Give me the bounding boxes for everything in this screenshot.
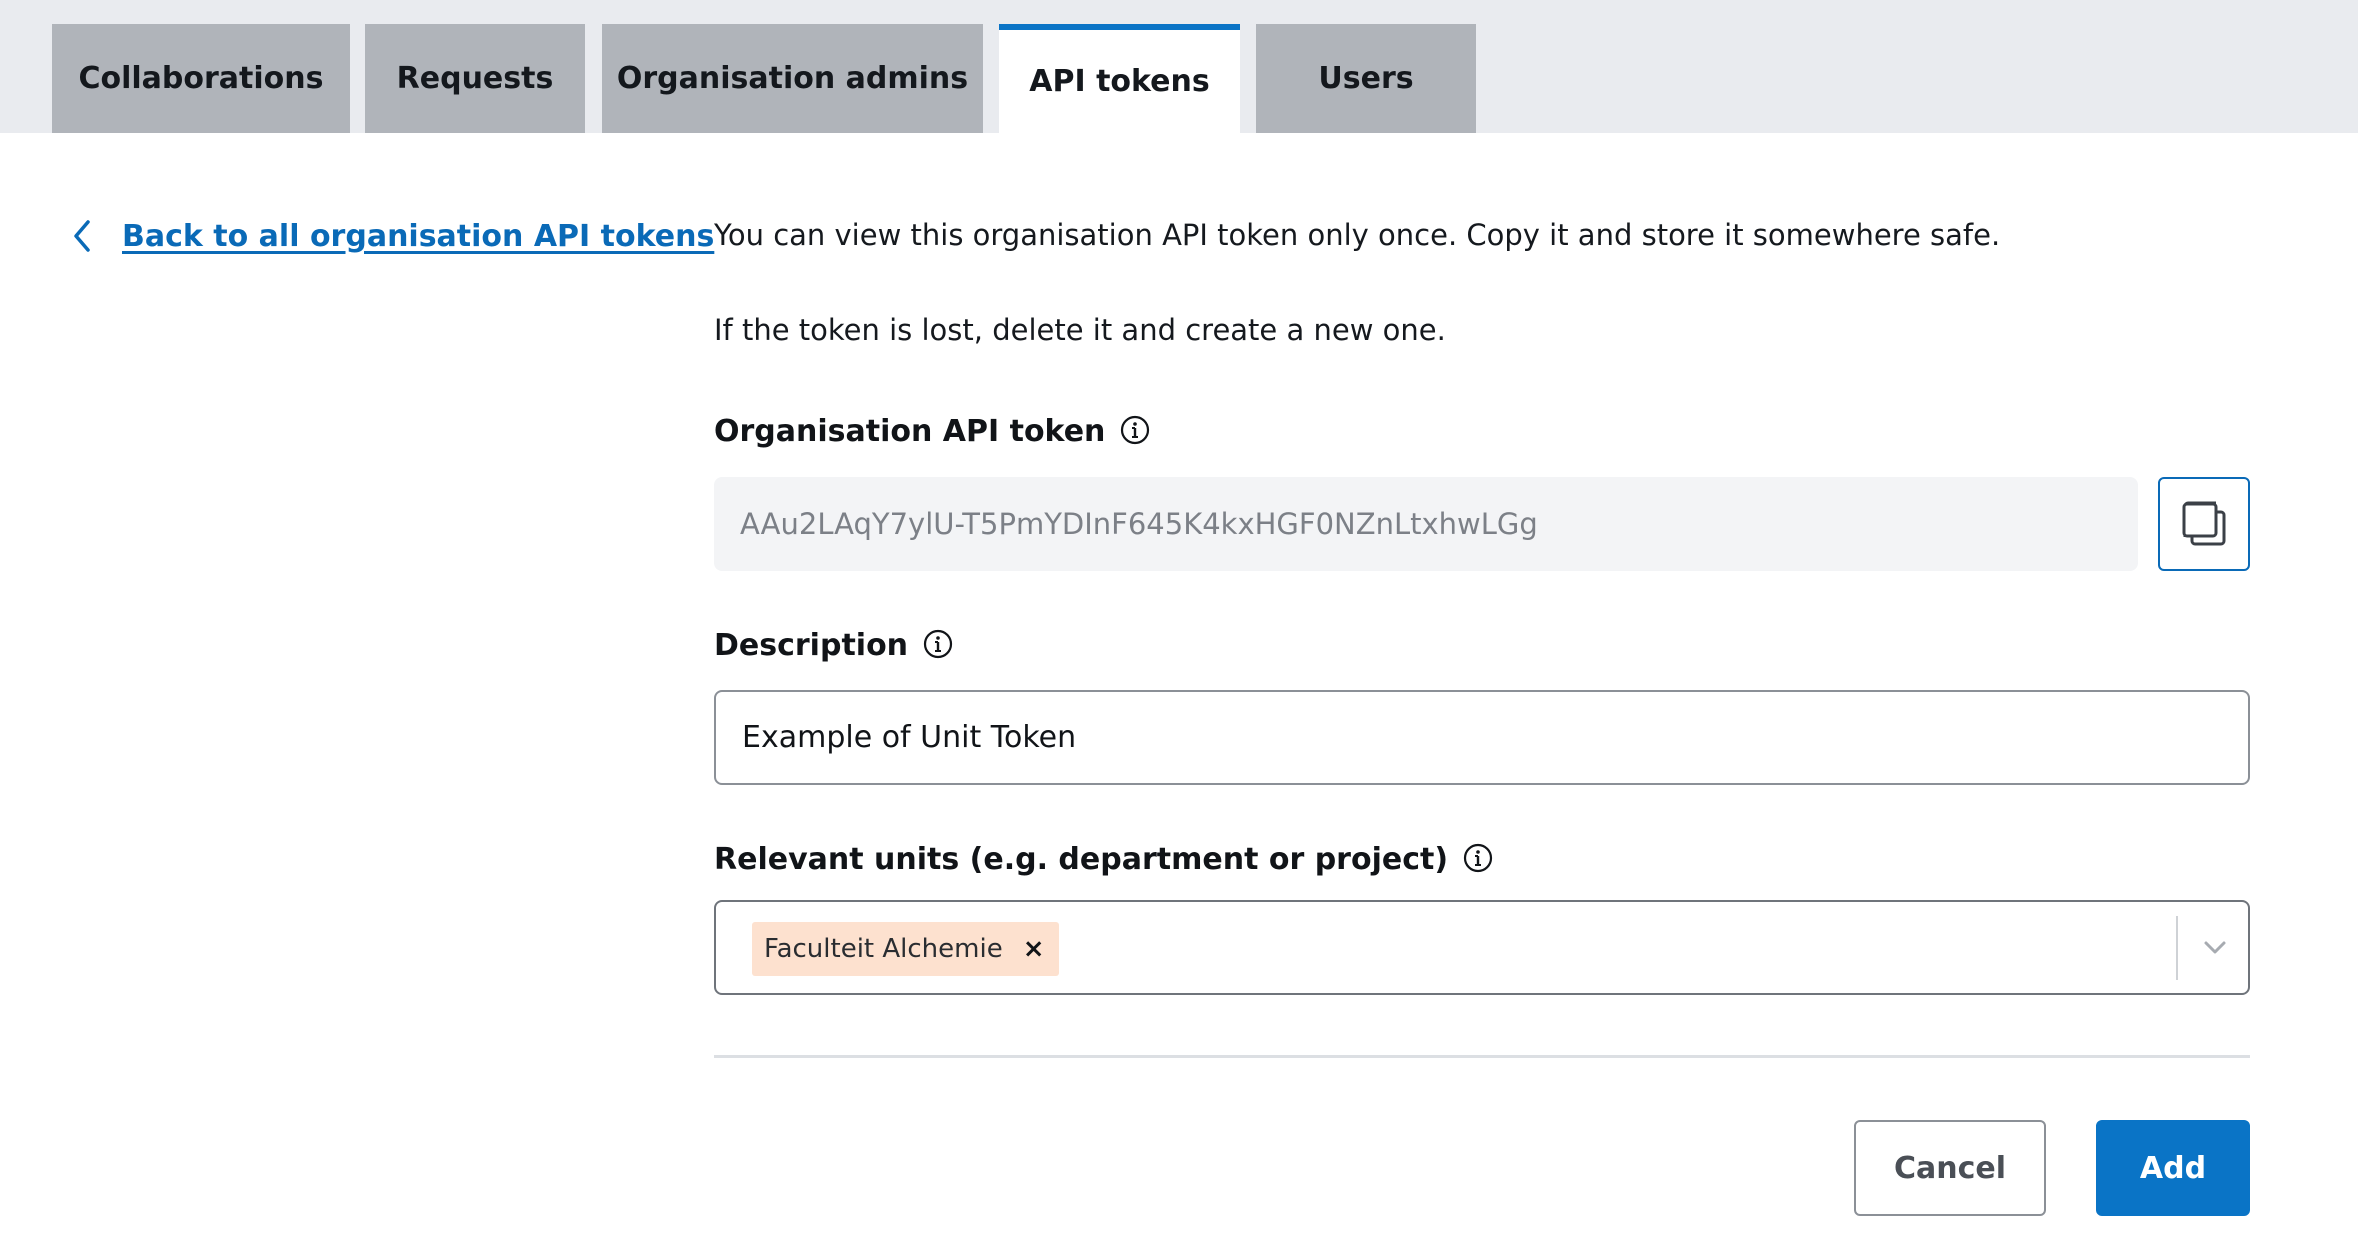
tab-bar: Collaborations Requests Organisation adm… bbox=[0, 0, 2358, 133]
info-icon[interactable] bbox=[922, 628, 954, 660]
remove-unit-icon[interactable]: × bbox=[1023, 936, 1045, 962]
info-icon[interactable] bbox=[1462, 842, 1494, 874]
back-link-label: Back to all organisation API tokens bbox=[122, 218, 715, 254]
back-to-tokens-link[interactable]: Back to all organisation API tokens bbox=[70, 218, 714, 254]
chevron-left-icon bbox=[74, 220, 90, 252]
description-label-row: Description bbox=[714, 628, 954, 663]
copy-icon bbox=[2182, 501, 2226, 546]
cancel-button[interactable]: Cancel bbox=[1854, 1120, 2046, 1216]
tab-label: Users bbox=[1318, 61, 1414, 96]
add-button[interactable]: Add bbox=[2096, 1120, 2250, 1216]
description-label: Description bbox=[714, 628, 909, 663]
intro-text-line1: You can view this organisation API token… bbox=[714, 218, 2001, 252]
token-label: Organisation API token bbox=[714, 414, 1106, 449]
description-input[interactable] bbox=[714, 690, 2250, 785]
units-multiselect[interactable]: Faculteit Alchemie × bbox=[714, 900, 2250, 995]
tab-users[interactable]: Users bbox=[1256, 24, 1476, 133]
info-icon[interactable] bbox=[1119, 414, 1151, 446]
unit-chip-label: Faculteit Alchemie bbox=[764, 934, 1003, 964]
select-divider bbox=[2176, 916, 2178, 980]
tab-label: Collaborations bbox=[78, 61, 324, 96]
form-divider bbox=[714, 1055, 2250, 1058]
chevron-down-icon[interactable] bbox=[2200, 932, 2230, 962]
tab-requests[interactable]: Requests bbox=[365, 24, 585, 133]
tab-api-tokens[interactable]: API tokens bbox=[999, 24, 1240, 133]
token-label-row: Organisation API token bbox=[714, 414, 1151, 449]
tab-organisation-admins[interactable]: Organisation admins bbox=[602, 24, 983, 133]
intro-text-line2: If the token is lost, delete it and crea… bbox=[714, 313, 1446, 347]
tab-collaborations[interactable]: Collaborations bbox=[52, 24, 350, 133]
tab-label: API tokens bbox=[1029, 64, 1210, 99]
units-label-row: Relevant units (e.g. department or proje… bbox=[714, 842, 1494, 877]
unit-chip: Faculteit Alchemie × bbox=[752, 922, 1059, 976]
tab-label: Organisation admins bbox=[616, 61, 969, 96]
copy-token-button[interactable] bbox=[2158, 477, 2250, 571]
token-value-field[interactable]: AAu2LAqY7ylU-T5PmYDInF645K4kxHGF0NZnLtxh… bbox=[714, 477, 2138, 571]
tab-label: Requests bbox=[396, 61, 554, 96]
api-token-page: Collaborations Requests Organisation adm… bbox=[0, 0, 2358, 1260]
units-label: Relevant units (e.g. department or proje… bbox=[714, 842, 1449, 877]
